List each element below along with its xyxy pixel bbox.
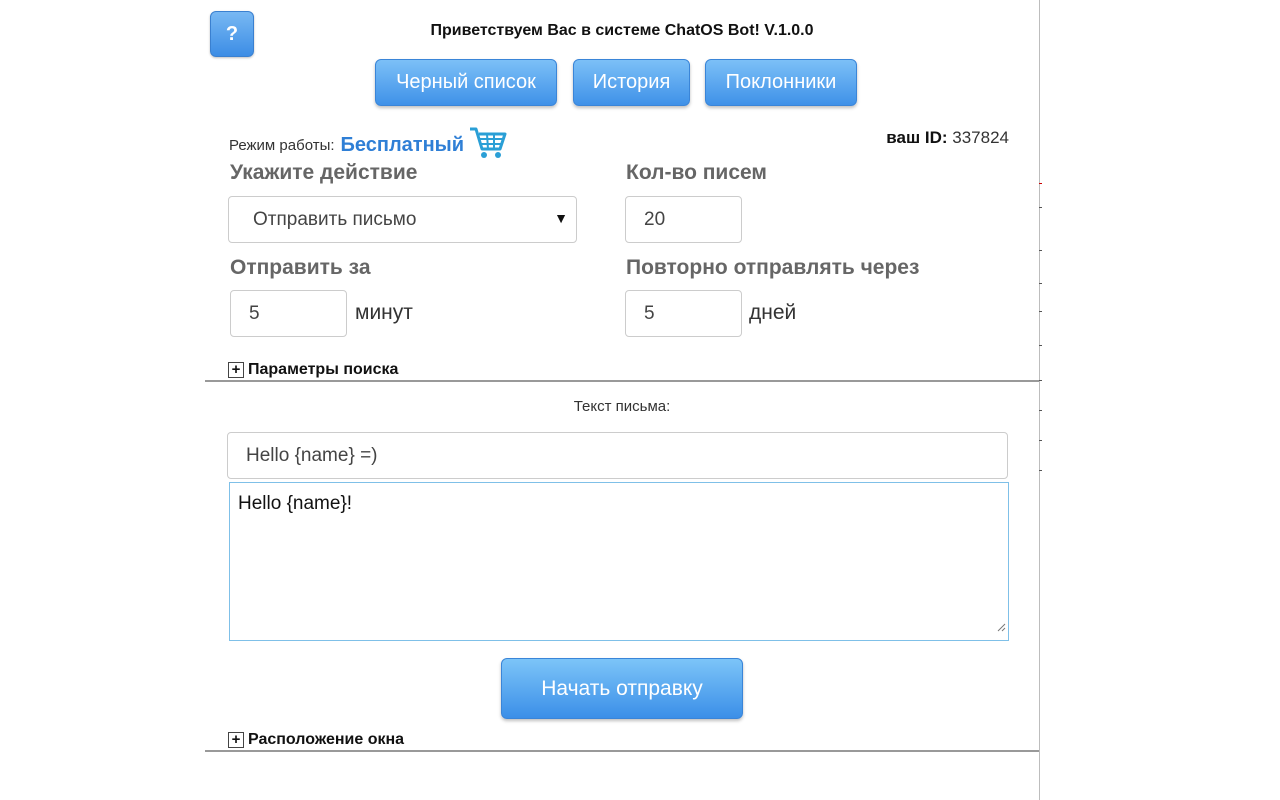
start-sending-button[interactable]: Начать отправку bbox=[501, 658, 743, 719]
divider bbox=[205, 380, 1039, 382]
action-select-value: Отправить письмо bbox=[253, 208, 417, 230]
letter-subject-input[interactable]: Hello {name} =) bbox=[227, 432, 1008, 479]
user-id-label: ваш ID: bbox=[886, 128, 948, 147]
send-within-unit: минут bbox=[355, 301, 413, 324]
letter-text-label: Текст письма: bbox=[573, 398, 671, 415]
send-within-label: Отправить за bbox=[230, 256, 371, 279]
page-title: Приветствуем Вас в системе ChatOS Bot! V… bbox=[430, 22, 814, 39]
user-id-value: 337824 bbox=[952, 128, 1009, 147]
plus-icon[interactable]: + bbox=[228, 732, 244, 748]
mode-label: Режим работы: bbox=[229, 136, 335, 154]
action-label: Укажите действие bbox=[230, 161, 418, 184]
bot-panel: ? Приветствуем Вас в системе ChatOS Bot!… bbox=[205, 0, 1040, 800]
resize-grip-icon[interactable] bbox=[996, 616, 1006, 638]
search-params-label: Параметры поиска bbox=[248, 361, 399, 378]
search-params-toggle[interactable]: + Параметры поиска bbox=[228, 361, 398, 379]
window-edge bbox=[1039, 0, 1045, 800]
resend-input[interactable]: 5 bbox=[625, 290, 742, 337]
fans-button[interactable]: Поклонники bbox=[705, 59, 857, 106]
count-label: Кол-во писем bbox=[626, 161, 767, 184]
resend-value: 5 bbox=[644, 302, 655, 324]
action-select[interactable]: Отправить письмо ▼ bbox=[228, 196, 577, 243]
blacklist-button[interactable]: Черный список bbox=[375, 59, 557, 106]
user-id: ваш ID: 337824 bbox=[886, 128, 1009, 148]
letter-body-value: Hello {name}! bbox=[238, 493, 353, 514]
letter-subject-value: Hello {name} =) bbox=[246, 444, 378, 466]
dropdown-arrow-icon: ▼ bbox=[554, 210, 568, 226]
send-within-input[interactable]: 5 bbox=[230, 290, 347, 337]
shopping-cart-icon[interactable] bbox=[468, 125, 508, 165]
window-position-toggle[interactable]: + Расположение окна bbox=[228, 731, 404, 749]
history-button[interactable]: История bbox=[573, 59, 690, 106]
count-value: 20 bbox=[644, 208, 666, 230]
resend-unit: дней bbox=[749, 301, 797, 324]
resend-label: Повторно отправлять через bbox=[626, 256, 920, 279]
letter-body-textarea[interactable]: Hello {name}! bbox=[229, 482, 1009, 641]
mode-row: Режим работы: Бесплатный bbox=[229, 125, 508, 165]
count-input[interactable]: 20 bbox=[625, 196, 742, 243]
plus-icon[interactable]: + bbox=[228, 362, 244, 378]
window-position-label: Расположение окна bbox=[248, 731, 405, 748]
divider bbox=[205, 750, 1039, 752]
send-within-value: 5 bbox=[249, 302, 260, 324]
mode-value[interactable]: Бесплатный bbox=[341, 134, 465, 157]
